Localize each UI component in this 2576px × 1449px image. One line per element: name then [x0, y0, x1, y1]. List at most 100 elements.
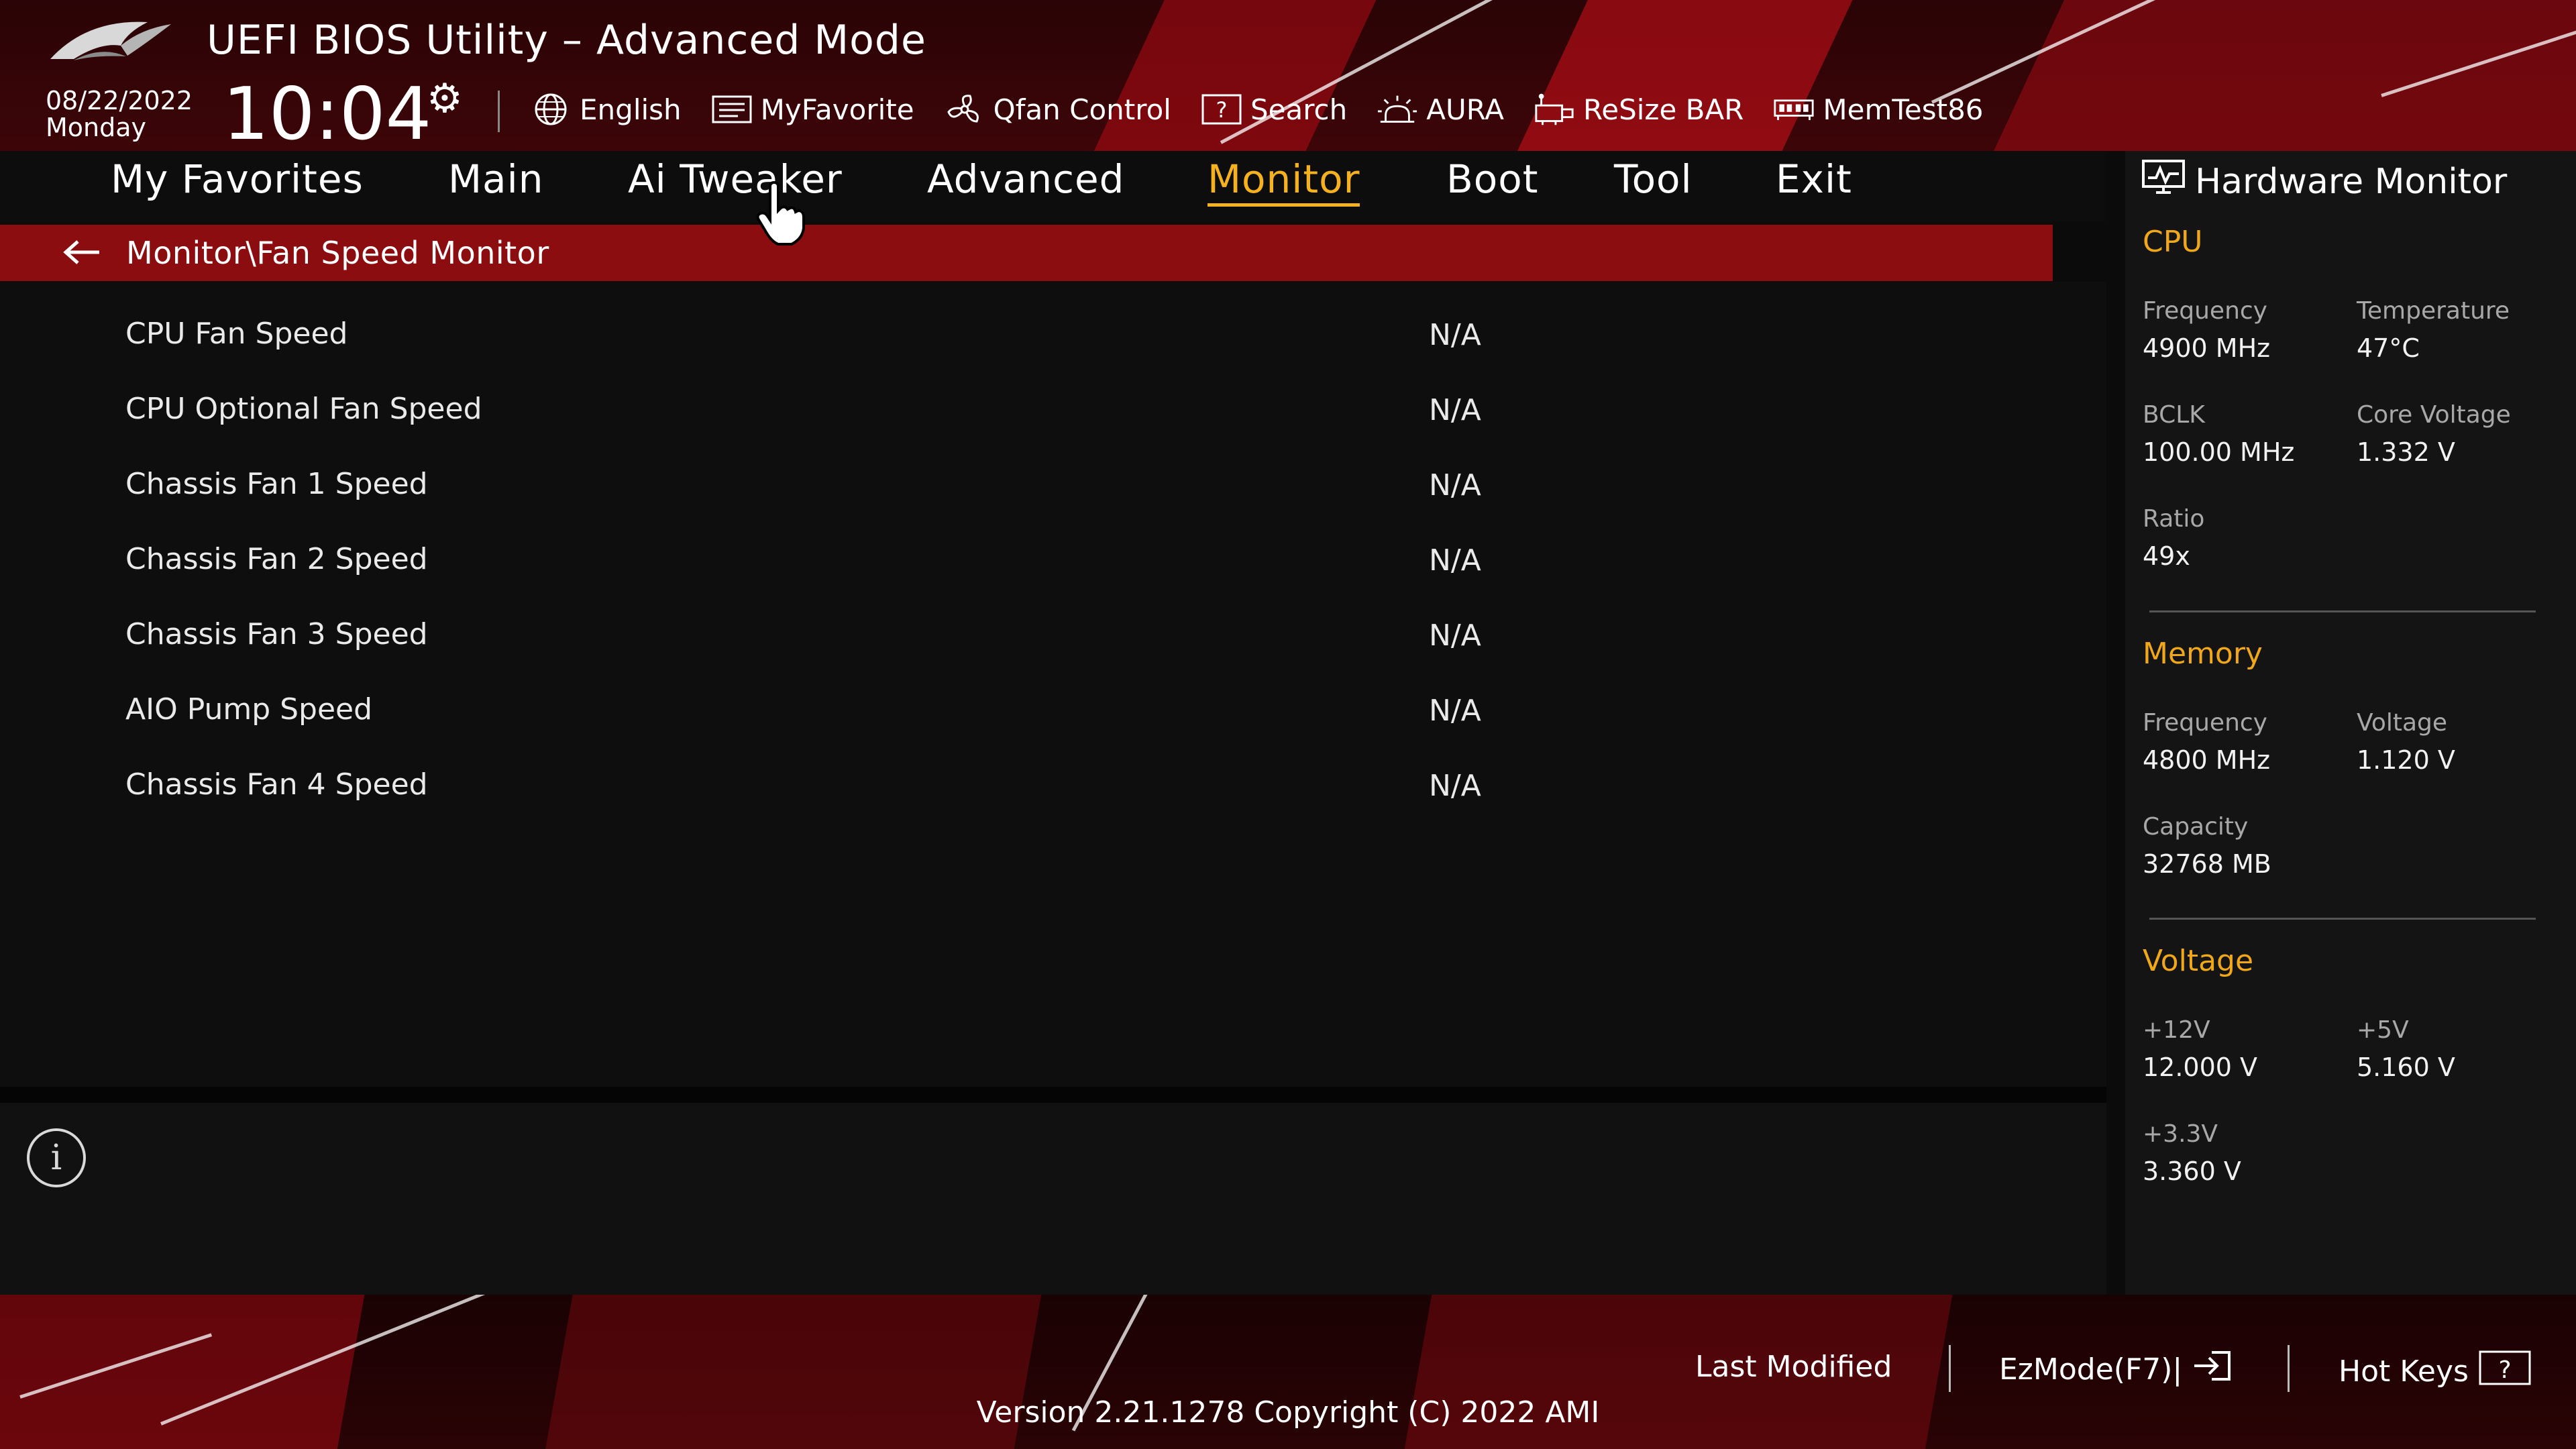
tab-exit[interactable]: Exit — [1776, 156, 1852, 202]
version-text: Version 2.21.1278 Copyright (C) 2022 AMI — [976, 1395, 1600, 1430]
item-value: N/A — [1429, 619, 1481, 653]
decorative-streak — [19, 1333, 213, 1399]
item-label: Chassis Fan 2 Speed — [125, 542, 428, 576]
last-modified-button[interactable]: Last Modified — [1695, 1350, 1892, 1384]
v12-value: 12.000 V — [2143, 1053, 2258, 1082]
svg-text:?: ? — [1216, 97, 1227, 123]
bclk-label: BCLK — [2143, 401, 2205, 429]
decorative-streak — [2381, 28, 2576, 97]
breadcrumb-path: Monitor\Fan Speed Monitor — [126, 235, 549, 271]
memory-frequency-label: Frequency — [2143, 709, 2267, 737]
tab-advanced[interactable]: Advanced — [927, 156, 1125, 202]
footer: Last Modified EzMode(F7)| Hot Keys ? Ver… — [0, 1295, 2576, 1449]
header: UEFI BIOS Utility – Advanced Mode 08/22/… — [0, 0, 2576, 151]
v5-label: +5V — [2357, 1016, 2409, 1044]
hardware-monitor-label: Hardware Monitor — [2195, 161, 2508, 202]
tab-boot[interactable]: Boot — [1446, 156, 1539, 202]
core-voltage-value: 1.332 V — [2357, 437, 2455, 467]
search-icon: ? — [1201, 92, 1242, 127]
item-value: N/A — [1429, 393, 1481, 427]
toolbar: English MyFavorite Qfan Control ? Search… — [530, 86, 1984, 133]
memory-heading: Memory — [2143, 637, 2263, 671]
hot-keys-label: Hot Keys — [2339, 1354, 2469, 1389]
footer-divider — [1949, 1345, 1951, 1392]
hand-cursor-icon — [756, 181, 805, 246]
ezmode-button[interactable]: EzMode(F7)| — [1999, 1350, 2232, 1389]
memory-voltage-value: 1.120 V — [2357, 745, 2455, 775]
myfavorite-button[interactable]: MyFavorite — [711, 92, 914, 127]
section-divider — [2149, 918, 2536, 920]
rog-logo-icon — [50, 21, 171, 60]
tab-main[interactable]: Main — [448, 156, 543, 202]
list-item[interactable]: Chassis Fan 2 Speed N/A — [0, 522, 2053, 597]
capacity-value: 32768 MB — [2143, 849, 2271, 879]
v12-label: +12V — [2143, 1016, 2210, 1044]
memory-voltage-label: Voltage — [2357, 709, 2448, 737]
list-item[interactable]: Chassis Fan 3 Speed N/A — [0, 597, 2053, 672]
item-label: Chassis Fan 3 Speed — [125, 617, 428, 651]
day-text: Monday — [46, 113, 147, 142]
list-item[interactable]: Chassis Fan 1 Speed N/A — [0, 447, 2053, 522]
tab-tool[interactable]: Tool — [1614, 156, 1693, 202]
item-label: Chassis Fan 1 Speed — [125, 467, 428, 501]
resize-bar-label: ReSize BAR — [1582, 93, 1744, 126]
memtest86-label: MemTest86 — [1823, 93, 1984, 126]
item-label: Chassis Fan 4 Speed — [125, 767, 428, 802]
language-button[interactable]: English — [530, 92, 682, 127]
help-icon: ? — [2478, 1350, 2532, 1393]
section-divider — [2149, 610, 2536, 612]
memtest86-button[interactable]: MemTest86 — [1773, 92, 1984, 127]
monitor-icon — [2141, 159, 2186, 204]
capacity-label: Capacity — [2143, 813, 2249, 841]
item-value: N/A — [1429, 769, 1481, 803]
ratio-label: Ratio — [2143, 505, 2205, 533]
breadcrumb: Monitor\Fan Speed Monitor — [0, 225, 2053, 281]
aura-icon — [1377, 92, 1418, 127]
panel-divider — [0, 1087, 2106, 1103]
aura-button[interactable]: AURA — [1377, 92, 1504, 127]
list-item[interactable]: Chassis Fan 4 Speed N/A — [0, 747, 2053, 822]
cpu-frequency-value: 4900 MHz — [2143, 333, 2271, 363]
gear-icon[interactable]: ⚙ — [427, 75, 463, 122]
list-item[interactable]: CPU Optional Fan Speed N/A — [0, 372, 2053, 447]
search-button[interactable]: ? Search — [1201, 92, 1347, 127]
item-label: CPU Optional Fan Speed — [125, 392, 482, 426]
info-icon: i — [27, 1128, 86, 1187]
resize-bar-icon — [1534, 92, 1575, 127]
hot-keys-button[interactable]: Hot Keys ? — [2339, 1350, 2532, 1393]
settings-list: CPU Fan Speed N/A CPU Optional Fan Speed… — [0, 282, 2106, 1087]
item-value: N/A — [1429, 543, 1481, 578]
memtest-icon — [1773, 92, 1815, 127]
resize-bar-button[interactable]: ReSize BAR — [1534, 92, 1743, 127]
search-label: Search — [1250, 93, 1348, 126]
app-title: UEFI BIOS Utility – Advanced Mode — [207, 17, 926, 64]
voltage-heading: Voltage — [2143, 944, 2254, 978]
toolbar-divider — [498, 91, 500, 132]
date-text: 08/22/2022 — [46, 86, 193, 115]
ratio-value: 49x — [2143, 541, 2190, 571]
language-label: English — [580, 93, 682, 126]
tab-monitor[interactable]: Monitor — [1208, 156, 1360, 207]
aura-label: AURA — [1426, 93, 1504, 126]
ezmode-label: EzMode(F7)| — [1999, 1352, 2183, 1387]
tab-my-favorites[interactable]: My Favorites — [111, 156, 364, 202]
v5-value: 5.160 V — [2357, 1053, 2455, 1082]
core-voltage-label: Core Voltage — [2357, 401, 2511, 429]
item-value: N/A — [1429, 468, 1481, 502]
favorite-icon — [711, 92, 753, 127]
svg-text:?: ? — [2498, 1356, 2511, 1384]
qfan-control-button[interactable]: Qfan Control — [944, 92, 1171, 127]
footer-divider — [2288, 1345, 2290, 1392]
item-label: CPU Fan Speed — [125, 317, 348, 351]
main-nav: My Favorites Main Ai Tweaker Advanced Mo… — [0, 151, 2106, 221]
back-arrow-icon[interactable] — [62, 231, 106, 275]
cpu-temperature-label: Temperature — [2357, 297, 2510, 325]
clock-display: 10:04 — [223, 72, 432, 151]
exit-arrow-icon — [2192, 1350, 2232, 1389]
list-item[interactable]: AIO Pump Speed N/A — [0, 672, 2053, 747]
qfan-control-label: Qfan Control — [993, 93, 1171, 126]
v33-label: +3.3V — [2143, 1120, 2218, 1148]
list-item[interactable]: CPU Fan Speed N/A — [0, 297, 2053, 372]
item-label: AIO Pump Speed — [125, 692, 373, 727]
hardware-monitor-panel: Hardware Monitor CPU Frequency 4900 MHz … — [2125, 151, 2576, 1295]
